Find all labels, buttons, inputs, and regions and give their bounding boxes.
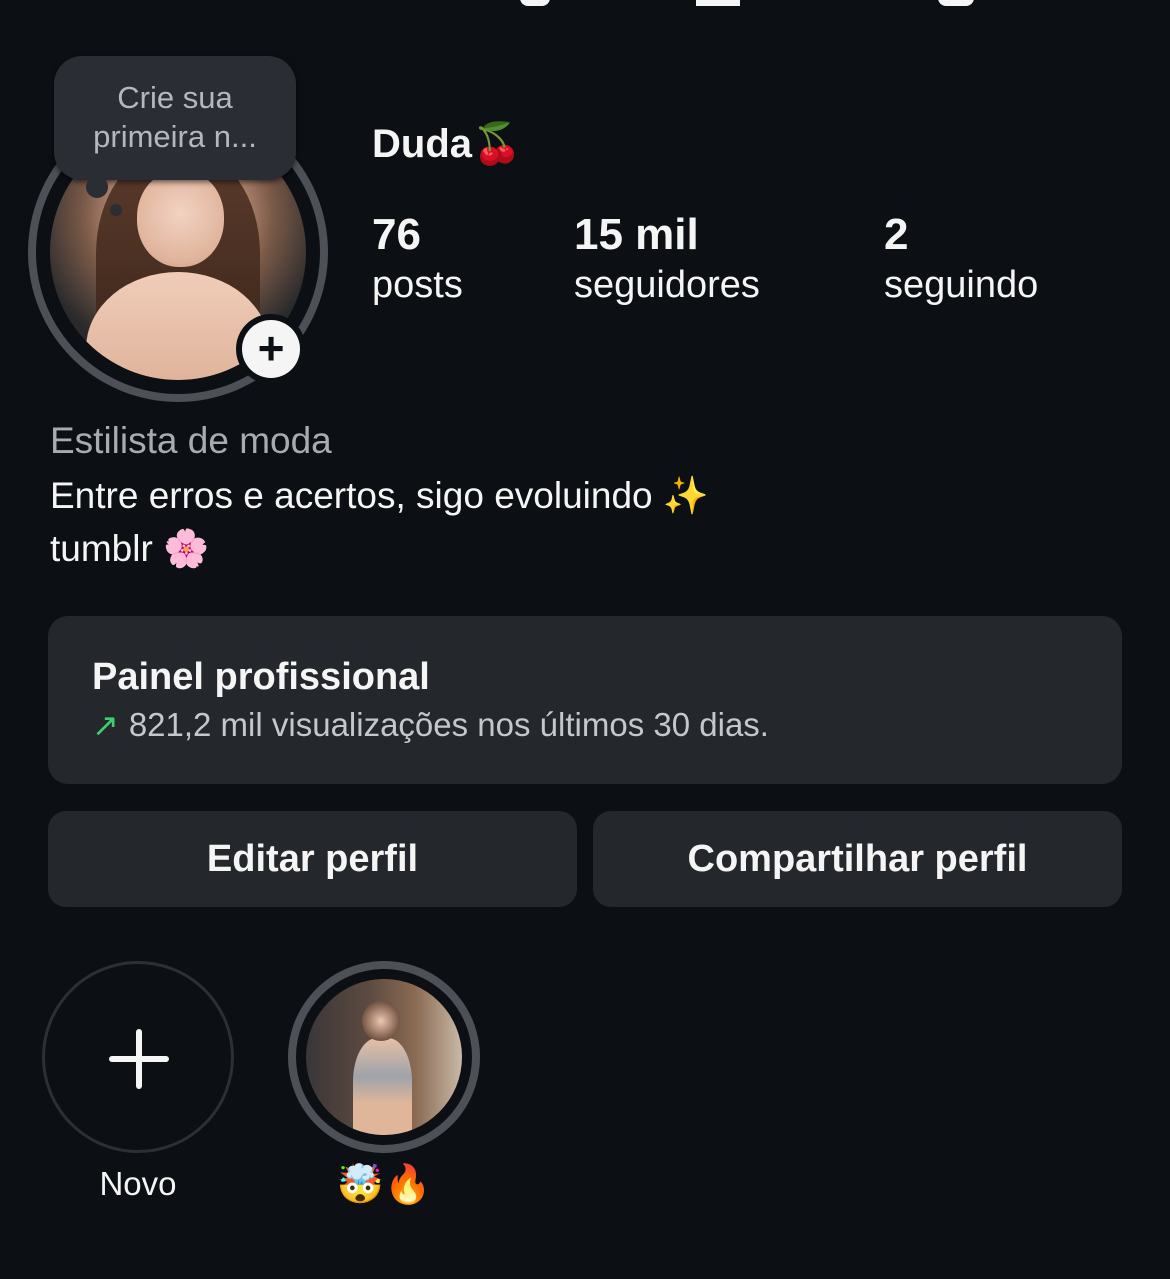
note-text: Crie sua primeira n...	[93, 80, 257, 154]
story-highlight-label: 🤯🔥	[288, 1162, 480, 1207]
stat-following[interactable]: 2 seguindo	[884, 210, 1038, 310]
profile-name-text: Duda	[372, 122, 472, 166]
bio-line: tumblr 🌸	[50, 527, 209, 571]
bio-line: Entre erros e acertos, sigo evoluindo ✨	[50, 474, 709, 518]
exploding-head-icon: 🤯	[336, 1162, 384, 1206]
stat-followers-value: 15 mil	[574, 210, 699, 259]
new-highlight-label: Novo	[99, 1165, 177, 1202]
bio-category: Estilista de moda	[50, 420, 332, 461]
story-highlight-frame	[296, 969, 472, 1145]
header-username-cropped	[0, 0, 1170, 12]
stat-following-label: seguindo	[884, 264, 1039, 306]
stat-posts[interactable]: 76 posts	[372, 210, 463, 310]
note-bubble[interactable]: Crie sua primeira n...	[54, 56, 296, 180]
plus-icon-vertical	[136, 1029, 142, 1089]
stat-followers[interactable]: 15 mil seguidores	[574, 210, 760, 310]
fire-icon: 🔥	[384, 1162, 432, 1206]
professional-dashboard[interactable]: Painel profissional ↗ 821,2 mil visualiza…	[48, 616, 1122, 784]
edit-profile-button[interactable]: Editar perfil	[48, 811, 577, 907]
story-highlight-photo	[306, 979, 462, 1135]
header-fragment	[938, 0, 974, 6]
story-figure-head	[362, 1000, 400, 1042]
professional-dashboard-subtitle: ↗ 821,2 mil visualizações nos últimos 30 …	[92, 700, 1122, 750]
stat-posts-value: 76	[372, 210, 421, 259]
sparkles-icon: ✨	[662, 474, 709, 517]
add-story-button[interactable]: +	[236, 314, 306, 384]
stat-following-value: 2	[884, 210, 909, 259]
story-figure-body	[352, 1038, 413, 1135]
new-highlight-button[interactable]	[42, 961, 234, 1153]
share-profile-button[interactable]: Compartilhar perfil	[593, 811, 1122, 907]
arrow-up-right-icon: ↗	[92, 706, 119, 744]
professional-dashboard-title: Painel profissional	[92, 656, 430, 698]
views-summary: 821,2 mil visualizações nos últimos 30 d…	[128, 706, 769, 743]
cherry-blossom-icon: 🌸	[163, 527, 210, 570]
note-bubble-tail-small	[110, 204, 122, 216]
story-highlight[interactable]	[288, 961, 480, 1153]
stat-posts-label: posts	[372, 264, 463, 306]
note-bubble-tail	[86, 176, 108, 198]
header-fragment	[696, 0, 740, 6]
avatar-face	[137, 170, 225, 268]
stat-followers-label: seguidores	[574, 264, 760, 306]
profile-name: Duda🍒	[372, 120, 522, 167]
bio-line-text: Entre erros e acertos, sigo evoluindo	[50, 475, 653, 516]
plus-icon: +	[242, 320, 300, 378]
header-fragment	[520, 0, 550, 6]
cherry-icon: 🍒	[472, 121, 522, 167]
bio-line-text: tumblr	[50, 528, 153, 569]
